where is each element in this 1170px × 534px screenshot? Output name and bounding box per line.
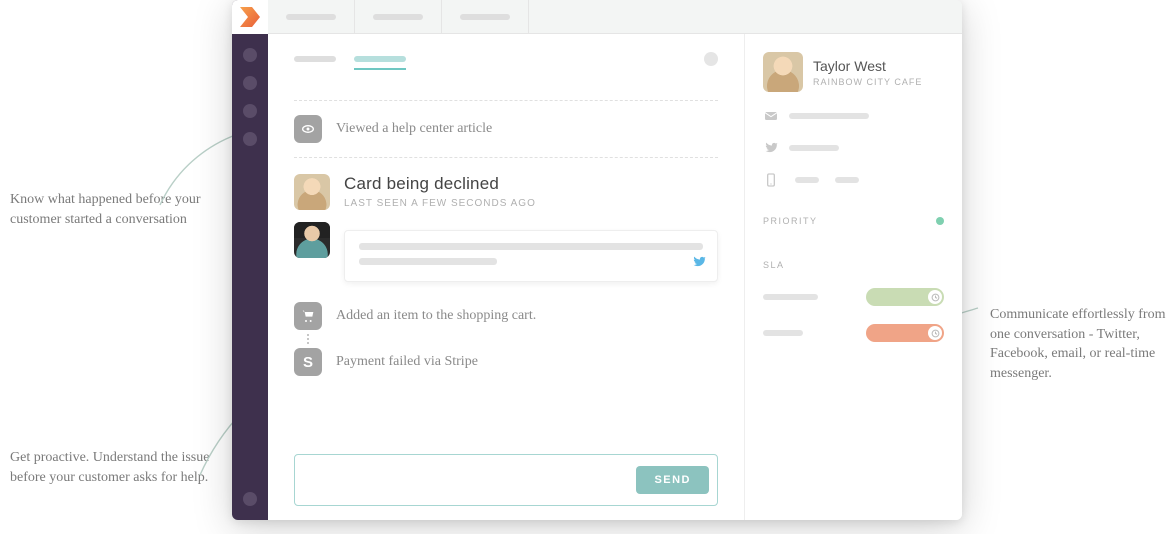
timeline-event-view: Viewed a help center article [294,101,718,157]
message-line [359,258,497,265]
priority-indicator[interactable] [936,217,944,225]
customer-panel: Taylor West RAINBOW CITY CAFE [744,34,962,520]
event-text: Payment failed via Stripe [336,354,478,370]
timeline-event-stripe: S Payment failed via Stripe [294,344,718,380]
sla-toggle[interactable] [866,288,944,306]
event-text: Added an item to the shopping cart. [336,308,536,324]
message-line [359,243,703,250]
rail-item[interactable] [243,132,257,146]
cart-icon [294,302,322,330]
message-card[interactable] [344,230,718,282]
convo-subtabs [294,52,718,66]
contact-twitter[interactable] [763,140,944,156]
conversation-header: Card being declined LAST SEEN A FEW SECO… [294,158,718,214]
main-area: Viewed a help center article Card being … [268,0,962,520]
skel [835,177,859,183]
priority-section: PRIORITY [763,216,944,226]
rail-item[interactable] [243,104,257,118]
customer-header: Taylor West RAINBOW CITY CAFE [763,52,944,92]
email-icon [763,108,779,124]
sla-row [763,288,944,306]
eye-icon [294,115,322,143]
customer-avatar-large[interactable] [763,52,803,92]
reply-input[interactable]: SEND [294,454,718,506]
customer-org: RAINBOW CITY CAFE [813,77,922,87]
app-logo[interactable] [232,0,268,34]
priority-label: PRIORITY [763,216,818,226]
nav-rail [232,0,268,520]
top-tab[interactable] [442,0,529,33]
skel [795,177,819,183]
convo-action[interactable] [704,52,718,66]
app-window: Viewed a help center article Card being … [232,0,962,520]
connector [307,334,718,344]
sla-toggle[interactable] [866,324,944,342]
top-tab[interactable] [355,0,442,33]
contact-email[interactable] [763,108,944,124]
timeline-event-cart: Added an item to the shopping cart. [294,298,718,334]
event-text: Viewed a help center article [336,121,492,137]
contact-phone[interactable] [763,172,944,188]
sla-section: SLA [763,260,944,270]
stripe-icon: S [294,348,322,376]
send-button[interactable]: SEND [636,466,709,494]
twitter-icon [763,140,779,156]
rail-item[interactable] [243,492,257,506]
skel [763,294,818,300]
skel [789,145,839,151]
phone-icon [763,172,779,188]
conversation-lastseen: LAST SEEN A FEW SECONDS AGO [344,198,536,209]
workspace: Viewed a help center article Card being … [268,34,962,520]
rail-item[interactable] [243,76,257,90]
customer-avatar[interactable] [294,174,330,210]
clock-icon [928,290,942,304]
sla-label: SLA [763,260,785,270]
events-timeline: Added an item to the shopping cart. S Pa… [294,298,718,380]
clock-icon [928,326,942,340]
skel [763,330,803,336]
tab-underline [354,68,406,70]
twitter-icon [691,254,707,275]
customer-name: Taylor West [813,58,922,74]
agent-avatar[interactable] [294,222,330,258]
convo-tab-active[interactable] [354,56,406,62]
conversation-panel: Viewed a help center article Card being … [268,34,744,520]
rail-item[interactable] [243,48,257,62]
annotation-channels: Communicate effortlessly from one conver… [990,305,1170,383]
top-tabs [268,0,962,34]
top-tab[interactable] [268,0,355,33]
annotation-context: Know what happened before your customer … [10,190,210,229]
annotation-proactive: Get proactive. Understand the issue befo… [10,448,210,487]
message-row [294,214,718,286]
convo-tab[interactable] [294,56,336,62]
skel [789,113,869,119]
sla-row [763,324,944,342]
conversation-title: Card being declined [344,174,536,194]
